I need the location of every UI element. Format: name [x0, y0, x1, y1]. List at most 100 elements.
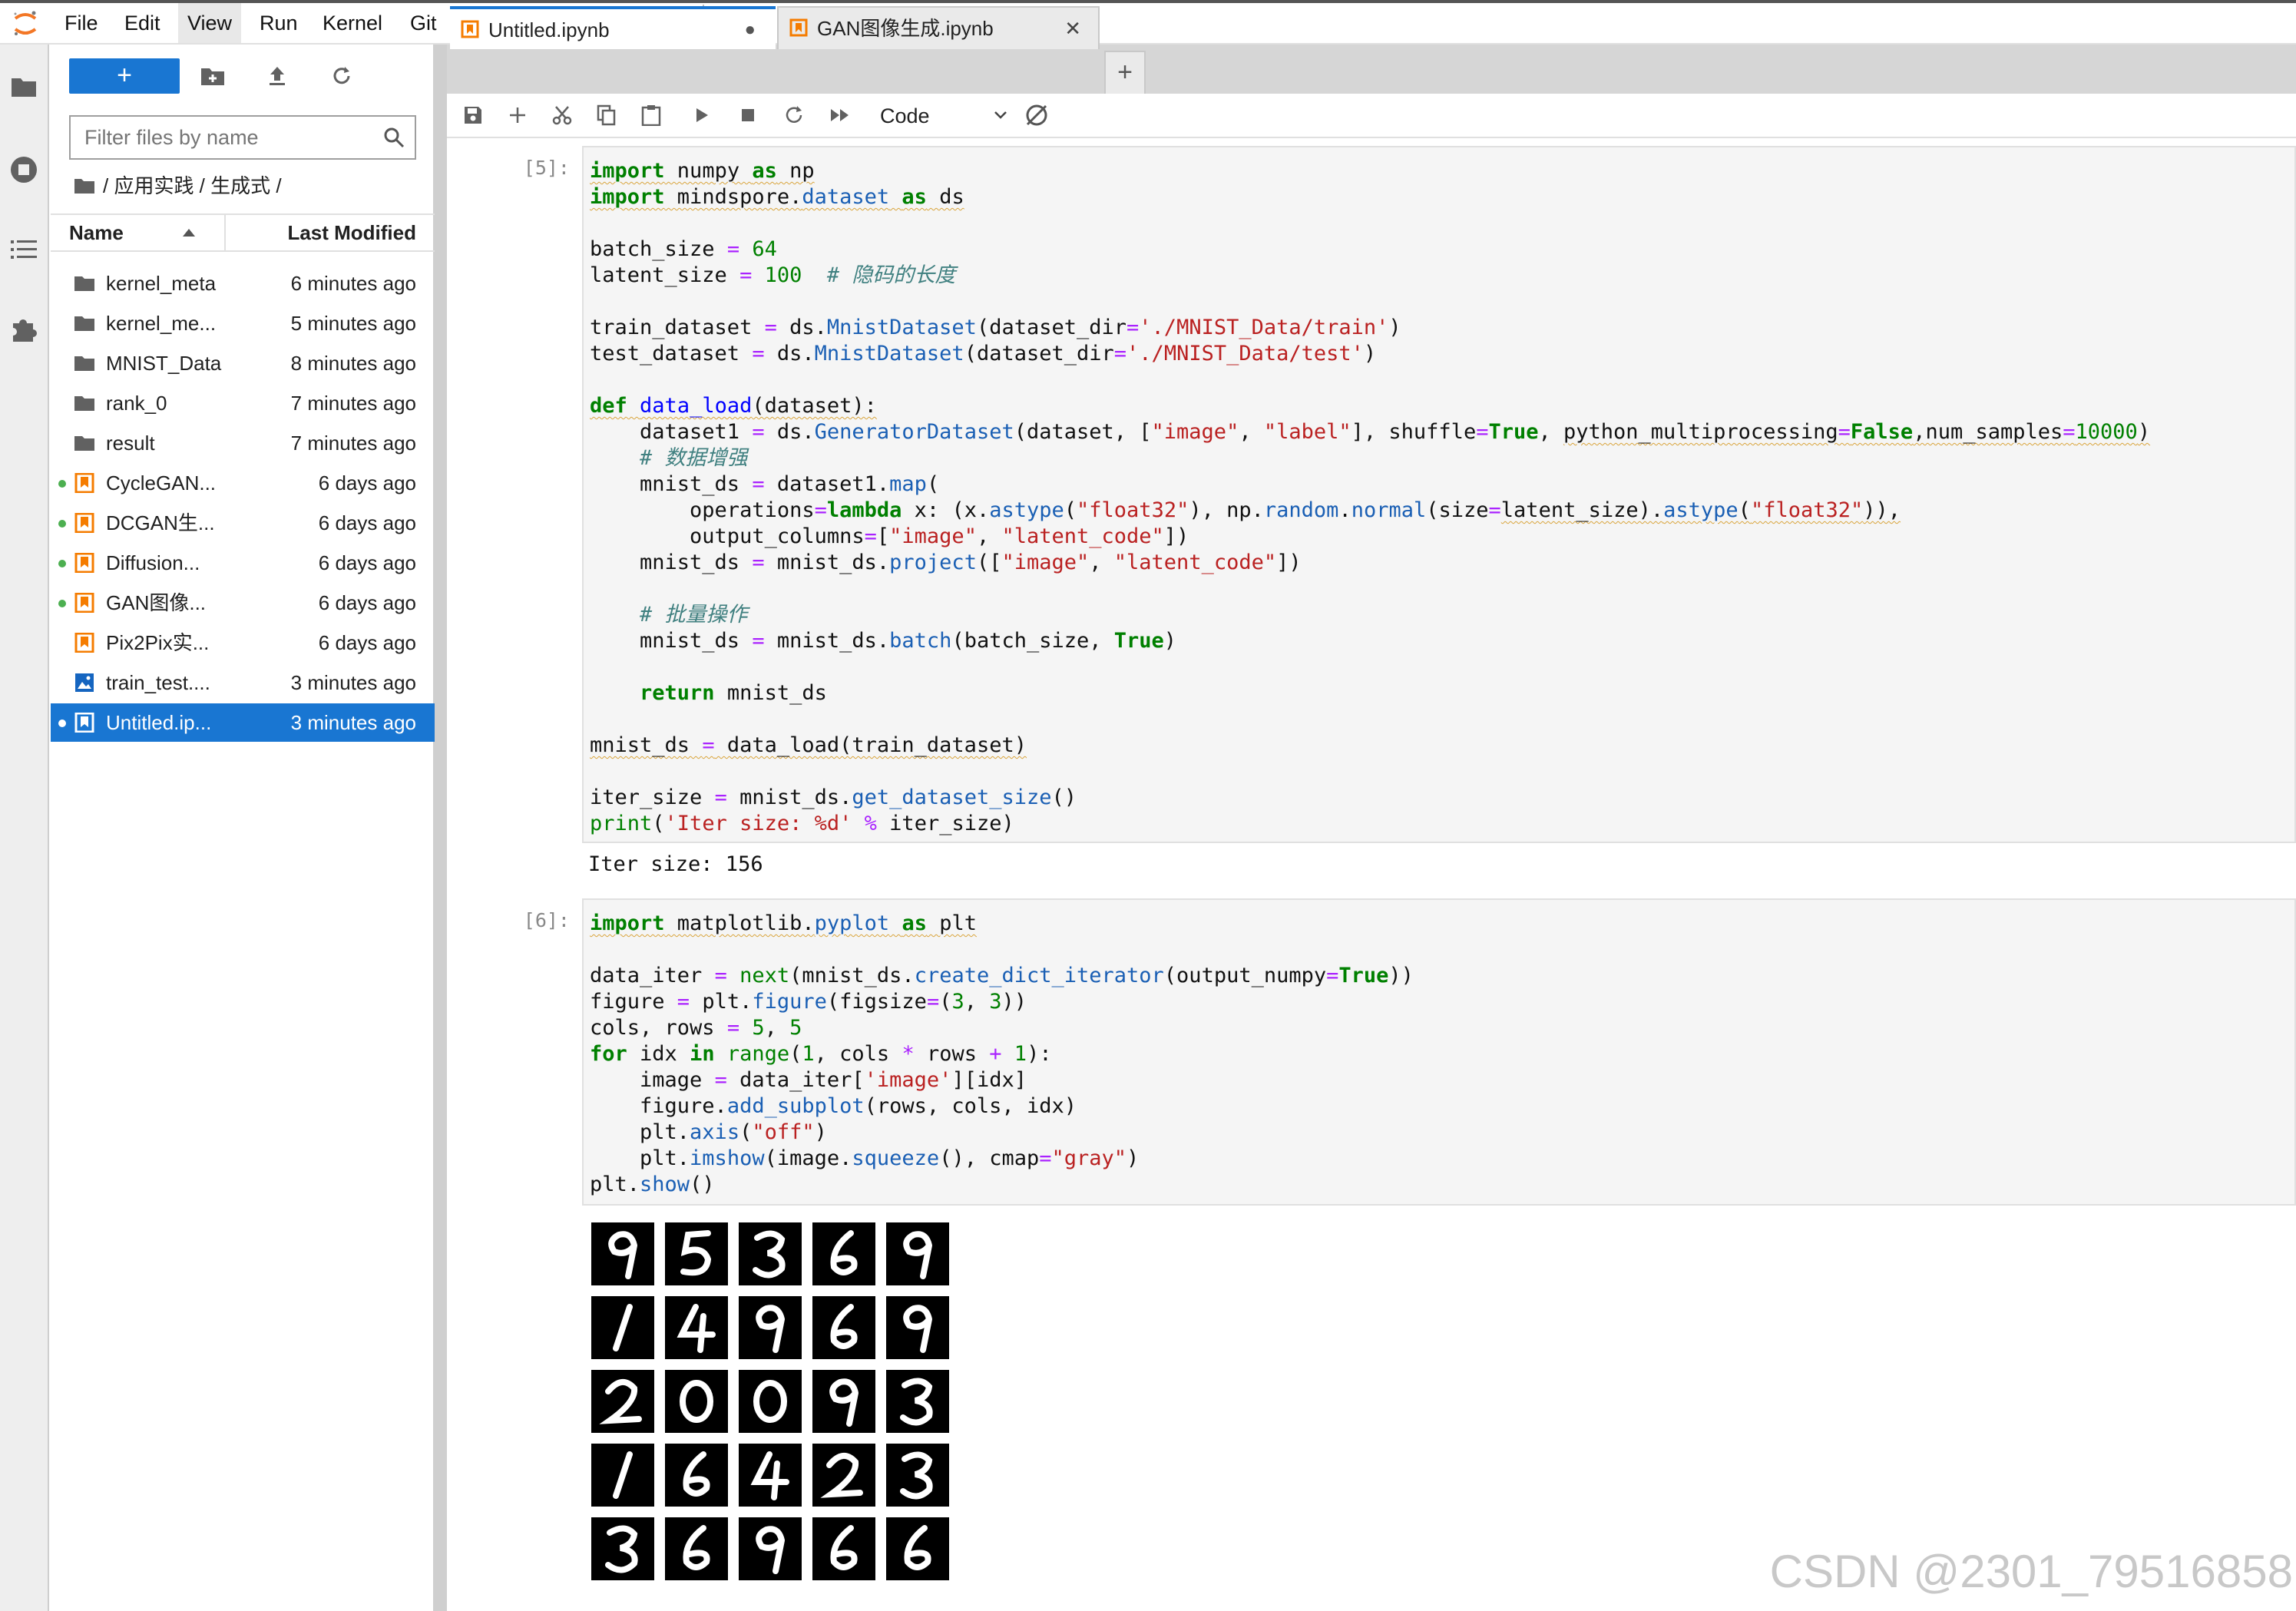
- restart-kernel-icon[interactable]: [777, 98, 811, 132]
- save-icon[interactable]: [456, 98, 490, 132]
- mnist-digit-image: [665, 1517, 728, 1580]
- tab-label: GAN图像生成.ipynb: [817, 17, 994, 40]
- panel-splitter[interactable]: [435, 45, 447, 1611]
- mnist-digit-image: [812, 1444, 875, 1507]
- extension-puzzle-icon[interactable]: [6, 312, 41, 347]
- file-list-item[interactable]: result 7 minutes ago: [51, 424, 435, 462]
- folder-icon[interactable]: [6, 69, 41, 104]
- file-name: result: [106, 432, 155, 455]
- mnist-digit-image: [665, 1370, 728, 1433]
- notebook-icon: [74, 593, 94, 613]
- running-indicator-icon: [58, 520, 66, 528]
- insert-cell-icon[interactable]: [501, 98, 534, 132]
- mnist-digit-image: [812, 1517, 875, 1580]
- new-folder-icon[interactable]: [194, 58, 232, 94]
- file-name: Pix2Pix实...: [106, 631, 210, 654]
- file-name: kernel_me...: [106, 312, 217, 335]
- file-modified: 7 minutes ago: [290, 392, 416, 415]
- file-list-item[interactable]: kernel_meta 6 minutes ago: [51, 264, 435, 303]
- mnist-digit-image: [812, 1370, 875, 1433]
- file-modified: 6 minutes ago: [290, 272, 416, 295]
- file-list-header: Name Last Modified: [51, 213, 435, 252]
- close-tab-icon[interactable]: ✕: [1064, 8, 1081, 49]
- cut-icon[interactable]: [545, 98, 579, 132]
- filter-files-input[interactable]: [84, 117, 376, 158]
- tab-gan-ipynb[interactable]: GAN图像生成.ipynb ✕: [777, 6, 1100, 49]
- file-modified: 3 minutes ago: [290, 711, 416, 734]
- notebook-icon: [461, 20, 479, 38]
- file-list-item[interactable]: Untitled.ip... 3 minutes ago: [51, 703, 435, 742]
- upload-icon[interactable]: [258, 58, 296, 94]
- column-separator: [224, 215, 226, 250]
- folder-icon: [74, 396, 94, 411]
- mnist-digit-image: [886, 1370, 949, 1433]
- file-modified: 6 days ago: [318, 591, 416, 614]
- code-content[interactable]: import matplotlib.pyplot as plt data_ite…: [584, 900, 2294, 1198]
- menu-view[interactable]: View: [178, 3, 242, 43]
- running-indicator-icon: [58, 600, 66, 607]
- cell-type-value: Code: [880, 104, 930, 127]
- breadcrumb-path[interactable]: / 应用实践 / 生成式 /: [103, 170, 282, 201]
- new-launcher-button[interactable]: +: [69, 58, 180, 94]
- file-list-item[interactable]: CycleGAN... 6 days ago: [51, 464, 435, 502]
- mnist-digit-image: [886, 1444, 949, 1507]
- running-kernels-icon[interactable]: [6, 152, 41, 187]
- mnist-digit-image: [739, 1222, 802, 1285]
- file-modified: 6 days ago: [318, 631, 416, 654]
- menu-run[interactable]: Run: [250, 3, 307, 43]
- mnist-digit-image: [739, 1444, 802, 1507]
- file-list-item[interactable]: kernel_me... 5 minutes ago: [51, 304, 435, 342]
- file-list-item[interactable]: rank_0 7 minutes ago: [51, 384, 435, 422]
- file-list-item[interactable]: Pix2Pix实... 6 days ago: [51, 624, 435, 662]
- stop-icon[interactable]: [731, 98, 765, 132]
- code-cell-input[interactable]: import numpy as np import mindspore.data…: [582, 146, 2296, 843]
- filter-box: [69, 115, 416, 160]
- file-list-item[interactable]: train_test.... 3 minutes ago: [51, 663, 435, 702]
- search-icon[interactable]: [382, 126, 405, 149]
- mnist-digit-image: [665, 1222, 728, 1285]
- mnist-digit-image: [665, 1296, 728, 1359]
- running-indicator-icon: [58, 560, 66, 567]
- paste-icon[interactable]: [634, 98, 668, 132]
- folder-icon: [74, 179, 94, 194]
- file-modified: 5 minutes ago: [290, 312, 416, 335]
- table-of-contents-icon[interactable]: [6, 232, 41, 267]
- refresh-icon[interactable]: [323, 58, 361, 94]
- file-list-item[interactable]: Diffusion... 6 days ago: [51, 544, 435, 582]
- running-indicator-icon: [58, 480, 66, 488]
- file-list-item[interactable]: DCGAN生... 6 days ago: [51, 504, 435, 542]
- watermark: CSDN @2301_79516858: [1769, 1546, 2293, 1597]
- notebook-icon: [74, 553, 94, 573]
- cell-prompt: [6]:: [523, 909, 570, 931]
- column-last-modified-header[interactable]: Last Modified: [287, 215, 416, 250]
- folder-icon: [74, 356, 94, 371]
- cell-output-text: Iter size: 156: [588, 852, 763, 876]
- menu-file[interactable]: File: [55, 3, 108, 43]
- menu-kernel[interactable]: Kernel: [313, 3, 392, 43]
- run-icon[interactable]: [685, 98, 719, 132]
- tab-untitled-ipynb[interactable]: Untitled.ipynb ●: [450, 6, 776, 49]
- file-name: rank_0: [106, 392, 167, 415]
- column-name-header[interactable]: Name: [69, 215, 124, 250]
- unsaved-dot-icon[interactable]: ●: [745, 9, 756, 51]
- copy-icon[interactable]: [590, 98, 624, 132]
- folder-icon: [74, 436, 94, 451]
- code-content[interactable]: import numpy as np import mindspore.data…: [584, 147, 2294, 837]
- mnist-digit-image: [665, 1444, 728, 1507]
- file-list-item[interactable]: MNIST_Data 8 minutes ago: [51, 344, 435, 382]
- menu-git[interactable]: Git: [401, 3, 446, 43]
- code-cell-input[interactable]: import matplotlib.pyplot as plt data_ite…: [582, 898, 2296, 1206]
- menu-edit[interactable]: Edit: [115, 3, 170, 43]
- cell-type-select[interactable]: Code: [880, 98, 1014, 134]
- breadcrumb[interactable]: / 应用实践 / 生成式 /: [74, 170, 282, 201]
- mnist-digit-image: [591, 1370, 654, 1433]
- add-tab-button[interactable]: +: [1104, 51, 1146, 94]
- file-name: CycleGAN...: [106, 471, 217, 495]
- fast-forward-icon[interactable]: [823, 98, 857, 132]
- file-modified: 3 minutes ago: [290, 671, 416, 694]
- file-modified: 7 minutes ago: [290, 432, 416, 455]
- folder-icon: [74, 316, 94, 331]
- file-list-item[interactable]: GAN图像... 6 days ago: [51, 584, 435, 622]
- mnist-digit-image: [886, 1222, 949, 1285]
- chevron-down-icon: [994, 111, 1007, 119]
